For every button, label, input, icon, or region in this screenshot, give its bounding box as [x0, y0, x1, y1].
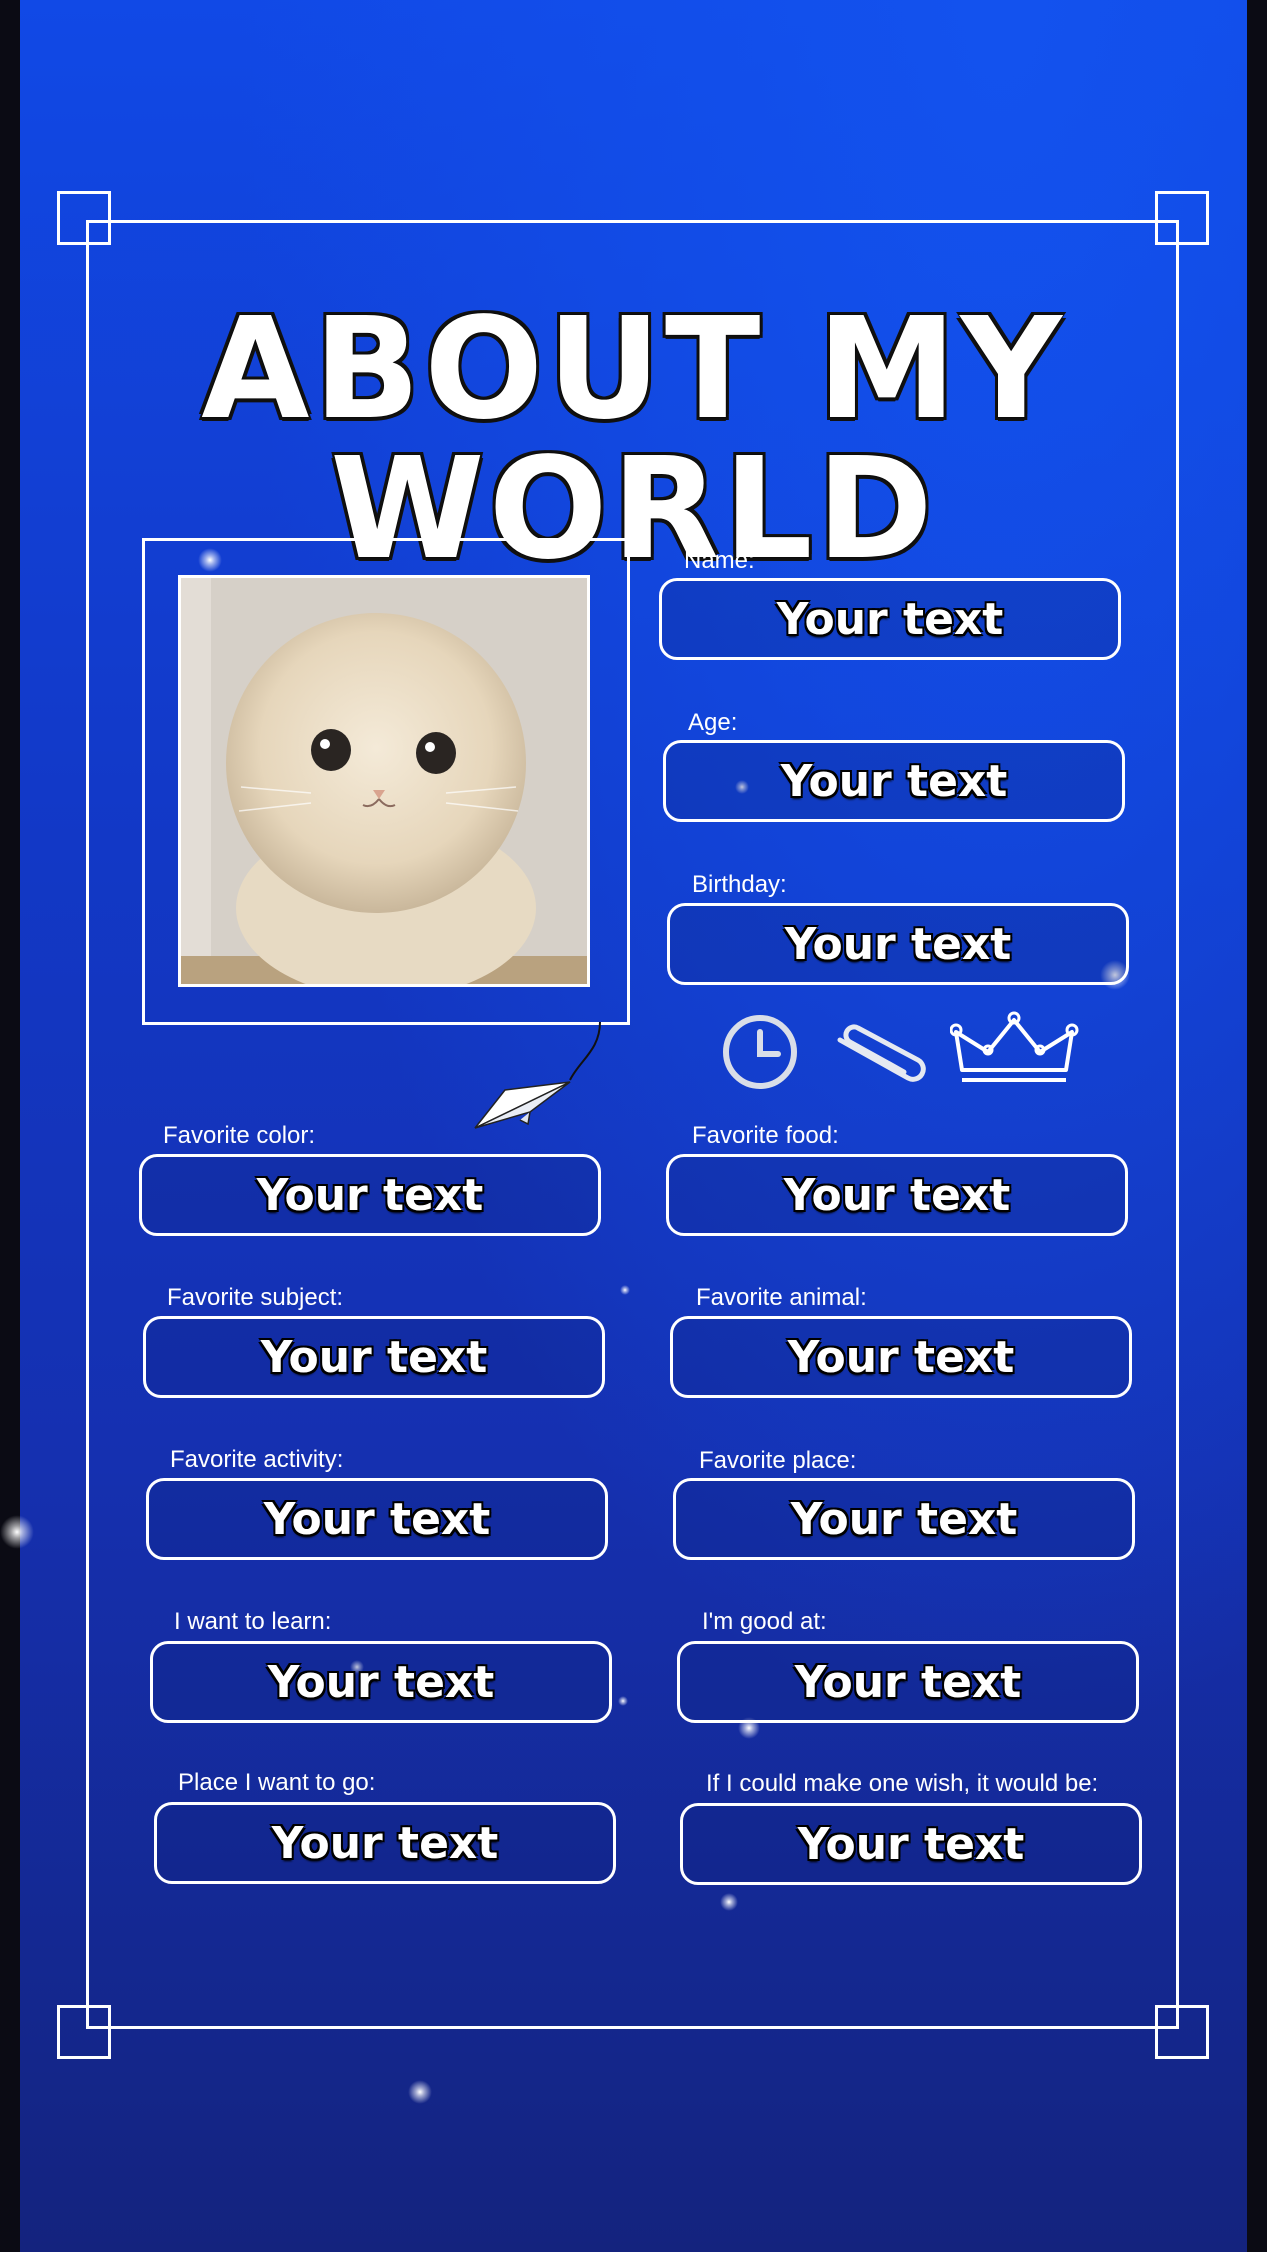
poster-background: ABOUT MY WORLD Name: Your text Age: Your…: [20, 0, 1247, 2252]
one-wish-value: Your text: [797, 1818, 1025, 1870]
good-at-field[interactable]: Your text: [677, 1641, 1139, 1723]
favorite-activity-label: Favorite activity:: [170, 1446, 344, 1473]
favorite-animal-label: Favorite animal:: [696, 1284, 867, 1311]
place-to-go-field[interactable]: Your text: [154, 1802, 616, 1884]
good-at-value: Your text: [794, 1656, 1022, 1708]
favorite-place-field[interactable]: Your text: [673, 1478, 1135, 1560]
favorite-subject-label: Favorite subject:: [167, 1284, 344, 1311]
one-wish-label: If I could make one wish, it would be:: [706, 1770, 1099, 1797]
favorite-place-label: Favorite place:: [699, 1447, 857, 1474]
corner-ornament: [57, 191, 111, 245]
edge-sparkle: [0, 1515, 34, 1549]
birthday-value: Your text: [784, 918, 1012, 970]
corner-ornament: [57, 2005, 111, 2059]
cat-photo: [178, 575, 590, 987]
clock-icon: [723, 1015, 797, 1089]
age-label: Age:: [688, 709, 738, 736]
want-to-learn-field[interactable]: Your text: [150, 1641, 612, 1723]
paperclip-icon: [837, 1024, 926, 1082]
one-wish-field[interactable]: Your text: [680, 1803, 1142, 1885]
cat-illustration: [181, 578, 587, 984]
favorite-activity-value: Your text: [263, 1493, 491, 1545]
place-to-go-value: Your text: [271, 1817, 499, 1869]
favorite-subject-field[interactable]: Your text: [143, 1316, 605, 1398]
age-field[interactable]: Your text: [663, 740, 1125, 822]
favorite-color-label: Favorite color:: [163, 1122, 316, 1149]
name-value: Your text: [776, 593, 1004, 645]
favorite-place-value: Your text: [790, 1493, 1018, 1545]
age-value: Your text: [780, 755, 1008, 807]
paper-plane-icon: [474, 1021, 601, 1129]
crown-icon: [950, 1011, 1079, 1082]
corner-ornament: [1155, 191, 1209, 245]
favorite-subject-value: Your text: [260, 1331, 488, 1383]
want-to-learn-label: I want to learn:: [174, 1608, 332, 1635]
place-to-go-label: Place I want to go:: [178, 1769, 376, 1796]
favorite-food-value: Your text: [783, 1169, 1011, 1221]
favorite-animal-field[interactable]: Your text: [670, 1316, 1132, 1398]
sparkle: [408, 2080, 432, 2104]
name-label: Name:: [684, 547, 755, 574]
favorite-color-field[interactable]: Your text: [139, 1154, 601, 1236]
favorite-animal-value: Your text: [787, 1331, 1015, 1383]
want-to-learn-value: Your text: [267, 1656, 495, 1708]
corner-ornament: [1155, 2005, 1209, 2059]
favorite-activity-field[interactable]: Your text: [146, 1478, 608, 1560]
favorite-food-label: Favorite food:: [692, 1122, 839, 1149]
birthday-field[interactable]: Your text: [667, 903, 1129, 985]
birthday-label: Birthday:: [692, 871, 787, 898]
name-field[interactable]: Your text: [659, 578, 1121, 660]
favorite-food-field[interactable]: Your text: [666, 1154, 1128, 1236]
favorite-color-value: Your text: [256, 1169, 484, 1221]
good-at-label: I'm good at:: [702, 1608, 827, 1635]
